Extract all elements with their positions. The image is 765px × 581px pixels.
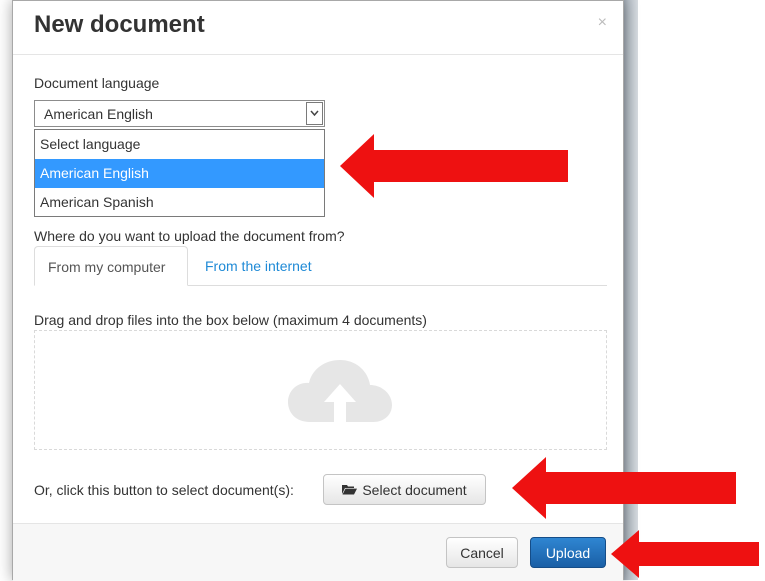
select-document-prompt: Or, click this button to select document…	[34, 482, 294, 498]
tab-from-my-computer[interactable]: From my computer	[34, 246, 188, 286]
language-dropdown-list: Select language American English America…	[34, 129, 325, 217]
dialog-header: New document ×	[13, 1, 623, 55]
folder-open-icon	[342, 485, 358, 495]
upload-source-question: Where do you want to upload the document…	[34, 228, 345, 244]
language-label: Document language	[34, 75, 160, 91]
language-option-select[interactable]: Select language	[35, 130, 324, 159]
language-option-american-spanish[interactable]: American Spanish	[35, 188, 324, 217]
tab-from-the-internet[interactable]: From the internet	[192, 246, 325, 286]
select-document-button[interactable]: Select document	[323, 474, 486, 505]
upload-button[interactable]: Upload	[530, 537, 606, 568]
cancel-button[interactable]: Cancel	[446, 537, 518, 568]
language-option-american-english[interactable]: American English	[35, 159, 324, 188]
language-select-value: American English	[44, 106, 153, 122]
upload-source-tabs: From my computer From the internet	[34, 246, 607, 286]
select-document-label: Select document	[362, 481, 467, 498]
language-select[interactable]: American English	[34, 100, 325, 127]
close-icon[interactable]: ×	[598, 15, 607, 31]
red-arrow-icon	[611, 530, 759, 578]
dropzone-label: Drag and drop files into the box below (…	[34, 312, 427, 328]
red-arrow-icon	[340, 134, 568, 198]
chevron-down-icon[interactable]	[306, 102, 323, 125]
red-arrow-icon	[512, 457, 736, 519]
cloud-upload-icon	[288, 360, 392, 422]
file-dropzone[interactable]	[34, 330, 607, 450]
dialog-title: New document	[34, 11, 205, 38]
